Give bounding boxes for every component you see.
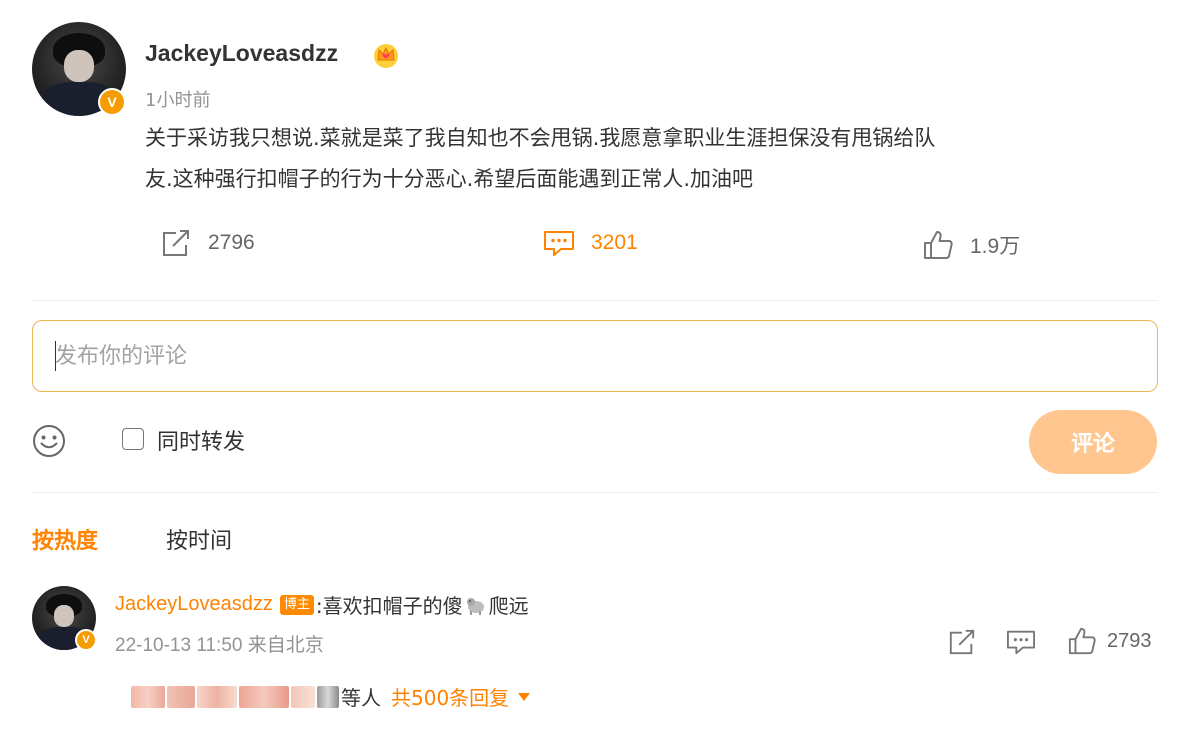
post-content: 关于采访我只想说.菜就是菜了我自知也不会甩锅.我愿意拿职业生涯担保没有甩锅给队 …	[145, 118, 1145, 200]
repost-count: 2796	[208, 231, 255, 254]
blurred-reply-usernames	[131, 685, 341, 708]
author-tag: 博主	[279, 594, 314, 615]
emoji-icon[interactable]	[32, 424, 66, 458]
comment-count: 3201	[591, 231, 638, 254]
comment-author-name[interactable]: JackeyLoveasdzz	[115, 593, 273, 616]
comment-input[interactable]: 发布你的评论	[32, 320, 1158, 392]
replies-summary: 等人 共500条回复	[131, 682, 531, 711]
post-content-line-1: 关于采访我只想说.菜就是菜了我自知也不会甩锅.我愿意拿职业生涯担保没有甩锅给队	[145, 126, 936, 150]
comment-reply-icon[interactable]	[1006, 628, 1036, 656]
comment-like-button[interactable]: 2793	[1067, 627, 1152, 655]
section-divider	[32, 300, 1158, 301]
comment-repost-icon[interactable]	[947, 628, 977, 656]
tab-sort-by-hot[interactable]: 按热度	[32, 523, 98, 555]
comment-meta: 22-10-13 11:50 来自北京	[115, 635, 324, 656]
post-content-line-2: 友.这种强行扣帽子的行为十分恶心.希望后面能遇到正常人.加油吧	[145, 167, 754, 191]
comment-input-placeholder: 发布你的评论	[55, 344, 188, 369]
like-count: 1.9万	[970, 235, 1021, 258]
thumbs-up-icon	[924, 231, 953, 259]
comment-header: JackeyLoveasdzz 博主 :喜欢扣帽子的傻 爬远	[115, 590, 529, 619]
repost-checkbox-label[interactable]: 同时转发	[157, 424, 245, 456]
comment-text-part2: 爬远	[488, 594, 529, 618]
view-replies-link[interactable]: 共500条回复	[391, 682, 531, 711]
repost-checkbox[interactable]	[122, 428, 144, 450]
caret-down-icon	[518, 692, 531, 701]
tab-sort-by-time[interactable]: 按时间	[166, 523, 232, 555]
dog-emoji	[466, 597, 484, 615]
repost-button[interactable]: 2796	[160, 228, 255, 258]
post-author-name[interactable]: JackeyLoveasdzz	[145, 40, 338, 67]
comment-button[interactable]: 3201	[543, 228, 638, 258]
thumbs-up-icon	[1068, 627, 1096, 655]
comment-icon	[544, 231, 574, 256]
replies-suffix: 等人	[341, 686, 381, 710]
view-replies-label: 共500条回复	[391, 686, 510, 710]
comment-text-part1: :喜欢扣帽子的傻	[315, 594, 463, 618]
crown-icon	[374, 44, 398, 68]
like-button[interactable]: 1.9万	[922, 230, 1020, 260]
comment-like-count: 2793	[1107, 629, 1152, 652]
repost-icon	[163, 230, 189, 256]
verified-badge-icon: V	[98, 88, 126, 116]
section-divider	[32, 492, 1158, 493]
submit-comment-button[interactable]: 评论	[1029, 410, 1157, 474]
post-time: 1小时前	[145, 90, 211, 111]
verified-badge-icon: V	[75, 629, 97, 651]
